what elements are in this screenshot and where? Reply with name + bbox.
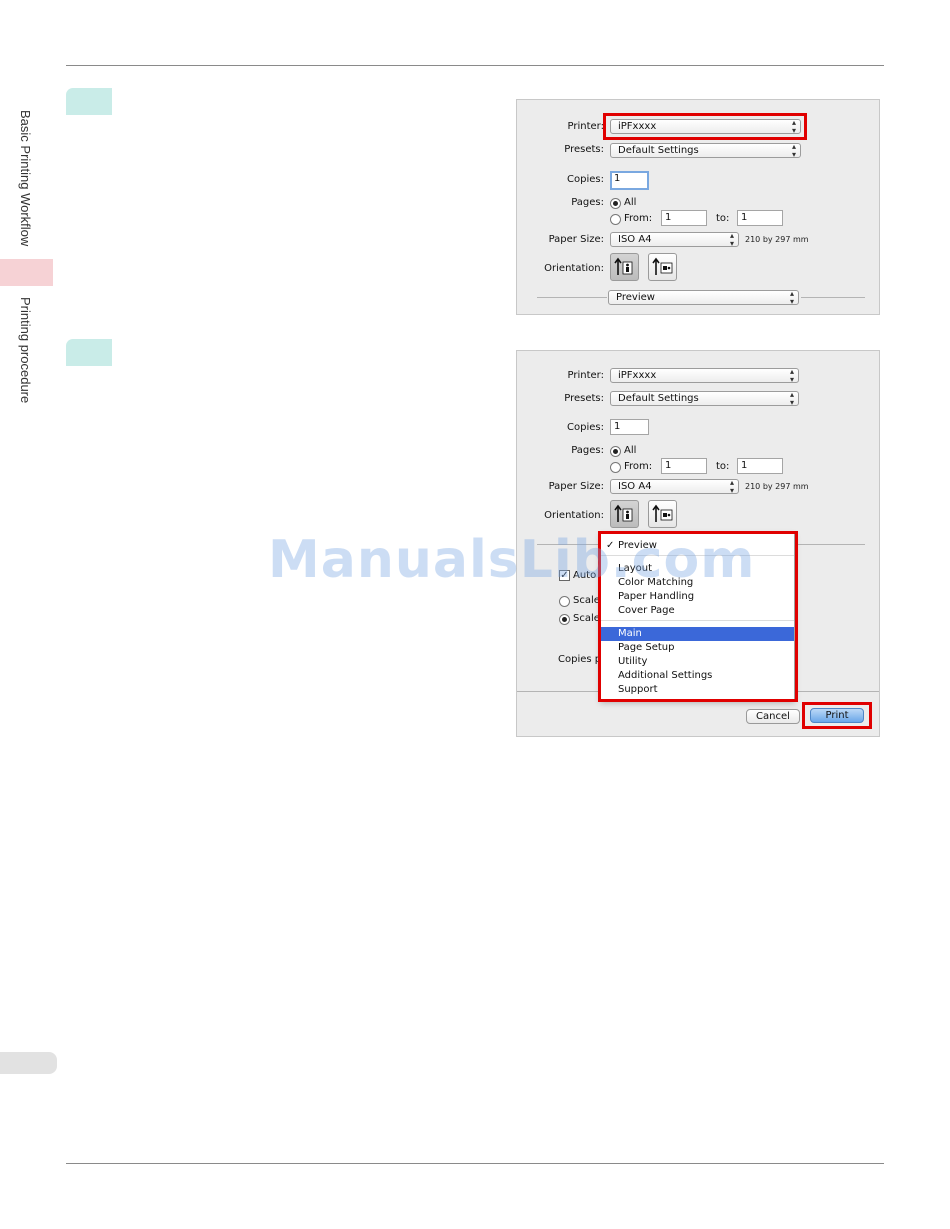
pages-from-field[interactable]: 1: [661, 210, 707, 226]
paper-size-dims: 210 by 297 mm: [745, 482, 809, 491]
print-dialog-1: Printer: iPFxxxx ▴ ▾ Presets: Default Set…: [516, 99, 880, 315]
sidebar-tab-marker: [0, 259, 53, 286]
pages-from-label: From:: [624, 213, 653, 224]
pages-from-label: From:: [624, 461, 653, 472]
presets-popup[interactable]: Default Settings ▴ ▾: [610, 390, 799, 407]
landscape-orientation-button[interactable]: [648, 253, 677, 281]
printer-label: Printer:: [567, 370, 604, 381]
popup-arrows-icon: ▴ ▾: [791, 142, 796, 159]
portrait-orientation-button[interactable]: [610, 253, 639, 281]
scale-label-2: Scale: [573, 613, 600, 624]
popup-arrows-icon: ▴ ▾: [729, 478, 734, 495]
paper-size-dims: 210 by 297 mm: [745, 235, 809, 244]
popup-arrows-icon: ▴ ▾: [789, 289, 794, 306]
paper-size-popup[interactable]: ISO A4 ▴ ▾: [610, 478, 739, 495]
scale-radio-2[interactable]: [559, 614, 570, 625]
pages-to-label: to:: [716, 213, 730, 224]
pages-all-radio[interactable]: [610, 198, 621, 209]
presets-label: Presets:: [564, 144, 604, 155]
footer-rule: [66, 1163, 884, 1164]
separator-left: [537, 297, 607, 298]
portrait-orientation-button[interactable]: [610, 500, 639, 528]
scale-radio-1[interactable]: [559, 596, 570, 607]
copies-label: Copies:: [567, 422, 604, 433]
popup-arrows-icon: ▴ ▾: [729, 231, 734, 248]
pages-all-label: All: [624, 445, 637, 456]
copies-per-label: Copies p: [558, 654, 602, 665]
paper-size-popup[interactable]: ISO A4 ▴ ▾: [610, 231, 739, 248]
panel-value: Preview: [616, 292, 655, 303]
popup-arrows-icon: ▴ ▾: [789, 367, 794, 384]
step-tab-1: [66, 88, 112, 115]
pages-from-field[interactable]: 1: [661, 458, 707, 474]
copies-field[interactable]: 1: [610, 171, 649, 190]
sidebar-section-printing-procedure: Printing procedure: [18, 297, 33, 404]
portrait-icon: [614, 257, 633, 275]
presets-value: Default Settings: [618, 145, 699, 156]
watermark: ManualsLib.com: [268, 530, 756, 590]
printer-popup[interactable]: iPFxxxx ▴ ▾: [610, 367, 799, 384]
panel-popup[interactable]: Preview ▴ ▾: [608, 289, 799, 306]
presets-popup[interactable]: Default Settings ▴ ▾: [610, 142, 801, 159]
paper-size-label: Paper Size:: [548, 234, 604, 245]
popup-arrows-icon: ▴ ▾: [789, 390, 794, 407]
paper-size-value: ISO A4: [618, 481, 652, 492]
landscape-icon: [652, 257, 673, 275]
cancel-button[interactable]: Cancel: [746, 709, 800, 724]
pages-all-label: All: [624, 197, 637, 208]
pages-to-field[interactable]: 1: [737, 210, 783, 226]
paper-size-label: Paper Size:: [548, 481, 604, 492]
page-number-tab: [0, 1052, 57, 1074]
highlight-printer: [603, 113, 807, 140]
sidebar-section-basic-printing: Basic Printing Workflow: [18, 110, 33, 247]
paper-size-value: ISO A4: [618, 234, 652, 245]
printer-value: iPFxxxx: [618, 370, 657, 381]
pages-from-radio[interactable]: [610, 462, 621, 473]
pages-label: Pages:: [571, 445, 604, 456]
scale-label-1: Scale: [573, 595, 600, 606]
landscape-icon: [652, 504, 673, 522]
orientation-label: Orientation:: [544, 263, 604, 274]
orientation-label: Orientation:: [544, 510, 604, 521]
presets-label: Presets:: [564, 393, 604, 404]
step-tab-2: [66, 339, 112, 366]
pages-from-radio[interactable]: [610, 214, 621, 225]
presets-value: Default Settings: [618, 393, 699, 404]
copies-field[interactable]: 1: [610, 419, 649, 435]
pages-to-label: to:: [716, 461, 730, 472]
pages-to-field[interactable]: 1: [737, 458, 783, 474]
copies-label: Copies:: [567, 174, 604, 185]
pages-label: Pages:: [571, 197, 604, 208]
portrait-icon: [614, 504, 633, 522]
separator-right: [801, 297, 865, 298]
printer-label: Printer:: [567, 121, 604, 132]
highlight-print-button: [802, 702, 872, 729]
pages-all-radio[interactable]: [610, 446, 621, 457]
header-rule: [66, 65, 884, 66]
landscape-orientation-button[interactable]: [648, 500, 677, 528]
